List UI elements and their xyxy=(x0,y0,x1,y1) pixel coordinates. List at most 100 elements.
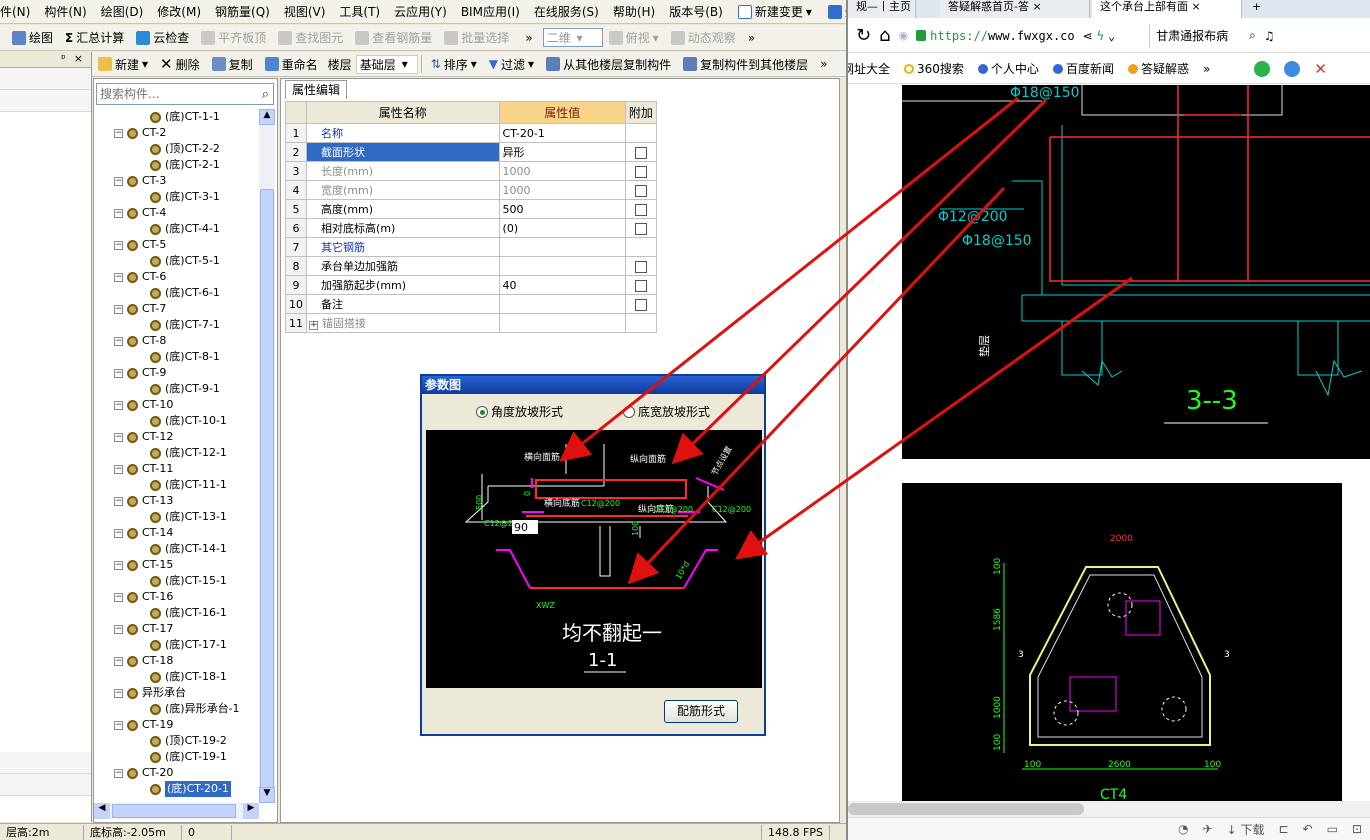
browser-tab-2[interactable]: 答疑解惑首页-答 × xyxy=(940,0,1090,18)
menu-item-view[interactable]: 视图(V) xyxy=(277,0,333,23)
cloud-check-button[interactable]: 云检查 xyxy=(130,26,195,50)
new-tab-button[interactable]: + xyxy=(1244,0,1268,18)
summary-calc-button[interactable]: Σ 汇总计算 xyxy=(59,26,130,50)
menu-item-file[interactable]: 件(N) xyxy=(0,0,37,23)
draw-button[interactable]: 绘图 xyxy=(0,26,59,50)
toolbar2-more-button[interactable]: » xyxy=(814,52,833,76)
tree-group-node[interactable]: − CT-14 xyxy=(114,525,173,541)
collapse-icon[interactable]: − xyxy=(114,624,123,634)
chevron-down-icon[interactable]: ⌄ xyxy=(1108,29,1115,43)
tree-leaf-node[interactable]: (底)CT-3-1 xyxy=(150,189,220,205)
tree-group-node[interactable]: − 异形承台 xyxy=(114,685,186,701)
feedback-icon[interactable]: ⊏ xyxy=(1278,822,1288,836)
tree-group-node[interactable]: − CT-8 xyxy=(114,333,166,349)
extra-checkbox[interactable] xyxy=(634,184,647,197)
collapse-icon[interactable]: − xyxy=(114,432,123,442)
tree-leaf-node[interactable]: (底)CT-18-1 xyxy=(150,669,227,685)
floor-select[interactable]: 基础层 ▾ xyxy=(355,54,418,74)
collapse-icon[interactable]: − xyxy=(114,128,123,138)
property-value-cell[interactable]: CT-20-1 xyxy=(498,123,626,143)
tree-leaf-node[interactable]: (底)CT-11-1 xyxy=(150,477,227,493)
scroll-down-arrow[interactable]: ▼ xyxy=(259,787,275,803)
collapse-icon[interactable]: − xyxy=(114,400,123,410)
filter-button[interactable]: ▼ 过滤 ▾ xyxy=(483,52,540,76)
property-row[interactable]: 4 宽度(mm) 1000 xyxy=(284,180,658,200)
collapse-icon[interactable]: − xyxy=(114,496,123,506)
toolbar-more-button-2[interactable]: » xyxy=(742,26,761,50)
collapse-icon[interactable]: − xyxy=(114,336,123,346)
bookmark-5[interactable]: 答疑解惑 xyxy=(1127,60,1189,77)
property-value-cell[interactable] xyxy=(498,313,626,333)
tree-leaf-node[interactable]: (底)CT-15-1 xyxy=(150,573,227,589)
menu-item-tools[interactable]: 工具(T) xyxy=(332,0,387,23)
bookmark-4[interactable]: 百度新闻 xyxy=(1052,60,1114,77)
tree-group-node[interactable]: − CT-5 xyxy=(114,237,166,253)
collapse-icon[interactable]: − xyxy=(114,688,123,698)
property-row[interactable]: 1 名称 CT-20-1 xyxy=(284,123,658,143)
tree-leaf-node[interactable]: (底)CT-6-1 xyxy=(150,285,220,301)
property-row[interactable]: 8 承台单边加强筋 xyxy=(284,256,658,276)
close-x-icon[interactable]: ✕ xyxy=(1314,60,1327,78)
property-row[interactable]: 5 高度(mm) 500 xyxy=(284,199,658,219)
bookmark-2[interactable]: 360搜索 xyxy=(904,60,964,77)
refresh-icon[interactable]: ↻ xyxy=(856,25,871,46)
home-icon[interactable]: ⌂ xyxy=(879,25,890,46)
find-element-button[interactable]: 查找图元 xyxy=(272,26,349,50)
tree-group-node[interactable]: − CT-17 xyxy=(114,621,173,637)
scroll-right-arrow[interactable]: ▶ xyxy=(243,803,259,819)
tree-leaf-node[interactable]: (底)CT-7-1 xyxy=(150,317,220,333)
view-direction-button[interactable]: 俯视 ▾ xyxy=(603,26,665,50)
collapse-icon[interactable]: − xyxy=(114,592,123,602)
property-value-cell[interactable]: (0) xyxy=(498,218,626,238)
collapse-icon[interactable]: − xyxy=(114,528,123,538)
search-icon[interactable]: ⌕ xyxy=(262,87,269,102)
view-rebar-button[interactable]: 查看钢筋量 xyxy=(349,26,438,50)
toolbar-more-button[interactable]: » xyxy=(515,26,542,50)
tree-leaf-node[interactable]: (底)CT-5-1 xyxy=(150,253,220,269)
property-value-cell[interactable]: 40 xyxy=(498,275,626,295)
pin-icon[interactable]: ᵖ xyxy=(61,52,66,67)
h-scroll-thumb[interactable] xyxy=(112,804,236,818)
tree-group-node[interactable]: − CT-20 xyxy=(114,765,173,781)
collapse-icon[interactable]: − xyxy=(114,272,123,282)
dock-row[interactable] xyxy=(0,68,91,90)
browser-horizontal-scrollbar[interactable] xyxy=(848,801,1370,817)
tree-leaf-node[interactable]: (底)CT-12-1 xyxy=(150,445,227,461)
copy-button[interactable]: 复制 xyxy=(206,52,259,76)
tab-property-edit[interactable]: 属性编辑 xyxy=(285,80,348,99)
tree-group-node[interactable]: − CT-16 xyxy=(114,589,173,605)
clean-icon[interactable]: ✈ xyxy=(1203,822,1213,836)
property-row[interactable]: 11 + 锚固搭接 xyxy=(284,313,658,333)
extra-checkbox[interactable] xyxy=(634,146,647,159)
property-value-cell[interactable]: 1000 xyxy=(498,180,626,200)
align-slab-top-button[interactable]: 平齐板顶 xyxy=(195,26,272,50)
browser-tab-3[interactable]: 这个承台上部有面 × xyxy=(1092,0,1242,18)
property-row[interactable]: 3 长度(mm) 1000 xyxy=(284,161,658,181)
address-bar[interactable]: https://www.fwxgx.co ⋖ ϟ ⌄ xyxy=(916,24,1141,48)
collapse-icon[interactable]: − xyxy=(114,656,123,666)
download-button[interactable]: ↓ 下载 xyxy=(1227,821,1265,838)
green-ext-icon[interactable] xyxy=(1254,60,1271,77)
lightning-icon[interactable]: ϟ xyxy=(1097,29,1104,43)
login-button[interactable]: 登录 ▾ xyxy=(820,0,846,23)
history-icon[interactable]: ↶ xyxy=(1303,822,1313,836)
tree-leaf-node[interactable]: (底)CT-8-1 xyxy=(150,349,220,365)
property-row[interactable]: 10 备注 xyxy=(284,294,658,314)
tree-leaf-node[interactable]: (底)CT-1-1 xyxy=(150,109,220,125)
tree-leaf-node[interactable]: (底)CT-16-1 xyxy=(150,605,227,621)
tree-group-node[interactable]: − CT-15 xyxy=(114,557,173,573)
tree-leaf-node[interactable]: (底)CT-14-1 xyxy=(150,541,227,557)
new-change-button[interactable]: 新建变更 ▾ xyxy=(730,0,820,23)
angle-slope-radio[interactable]: 角度放坡形式 xyxy=(475,403,563,420)
menu-item-component[interactable]: 构件(N) xyxy=(37,0,93,23)
rename-button[interactable]: 重命名 xyxy=(259,52,324,76)
property-row[interactable]: 9 加强筋起步(mm) 40 xyxy=(284,275,658,295)
speed-icon[interactable]: ◔ xyxy=(1178,822,1188,836)
collapse-icon[interactable]: − xyxy=(114,768,123,778)
tree-leaf-node[interactable]: (底)CT-17-1 xyxy=(150,637,227,653)
menu-item-modify[interactable]: 修改(M) xyxy=(150,0,208,23)
expand-icon[interactable]: + xyxy=(309,321,319,330)
tree-group-node[interactable]: − CT-13 xyxy=(114,493,173,509)
tree-leaf-node[interactable]: (顶)CT-2-2 xyxy=(150,141,220,157)
tree-leaf-node[interactable]: (底)CT-19-1 xyxy=(150,749,227,765)
